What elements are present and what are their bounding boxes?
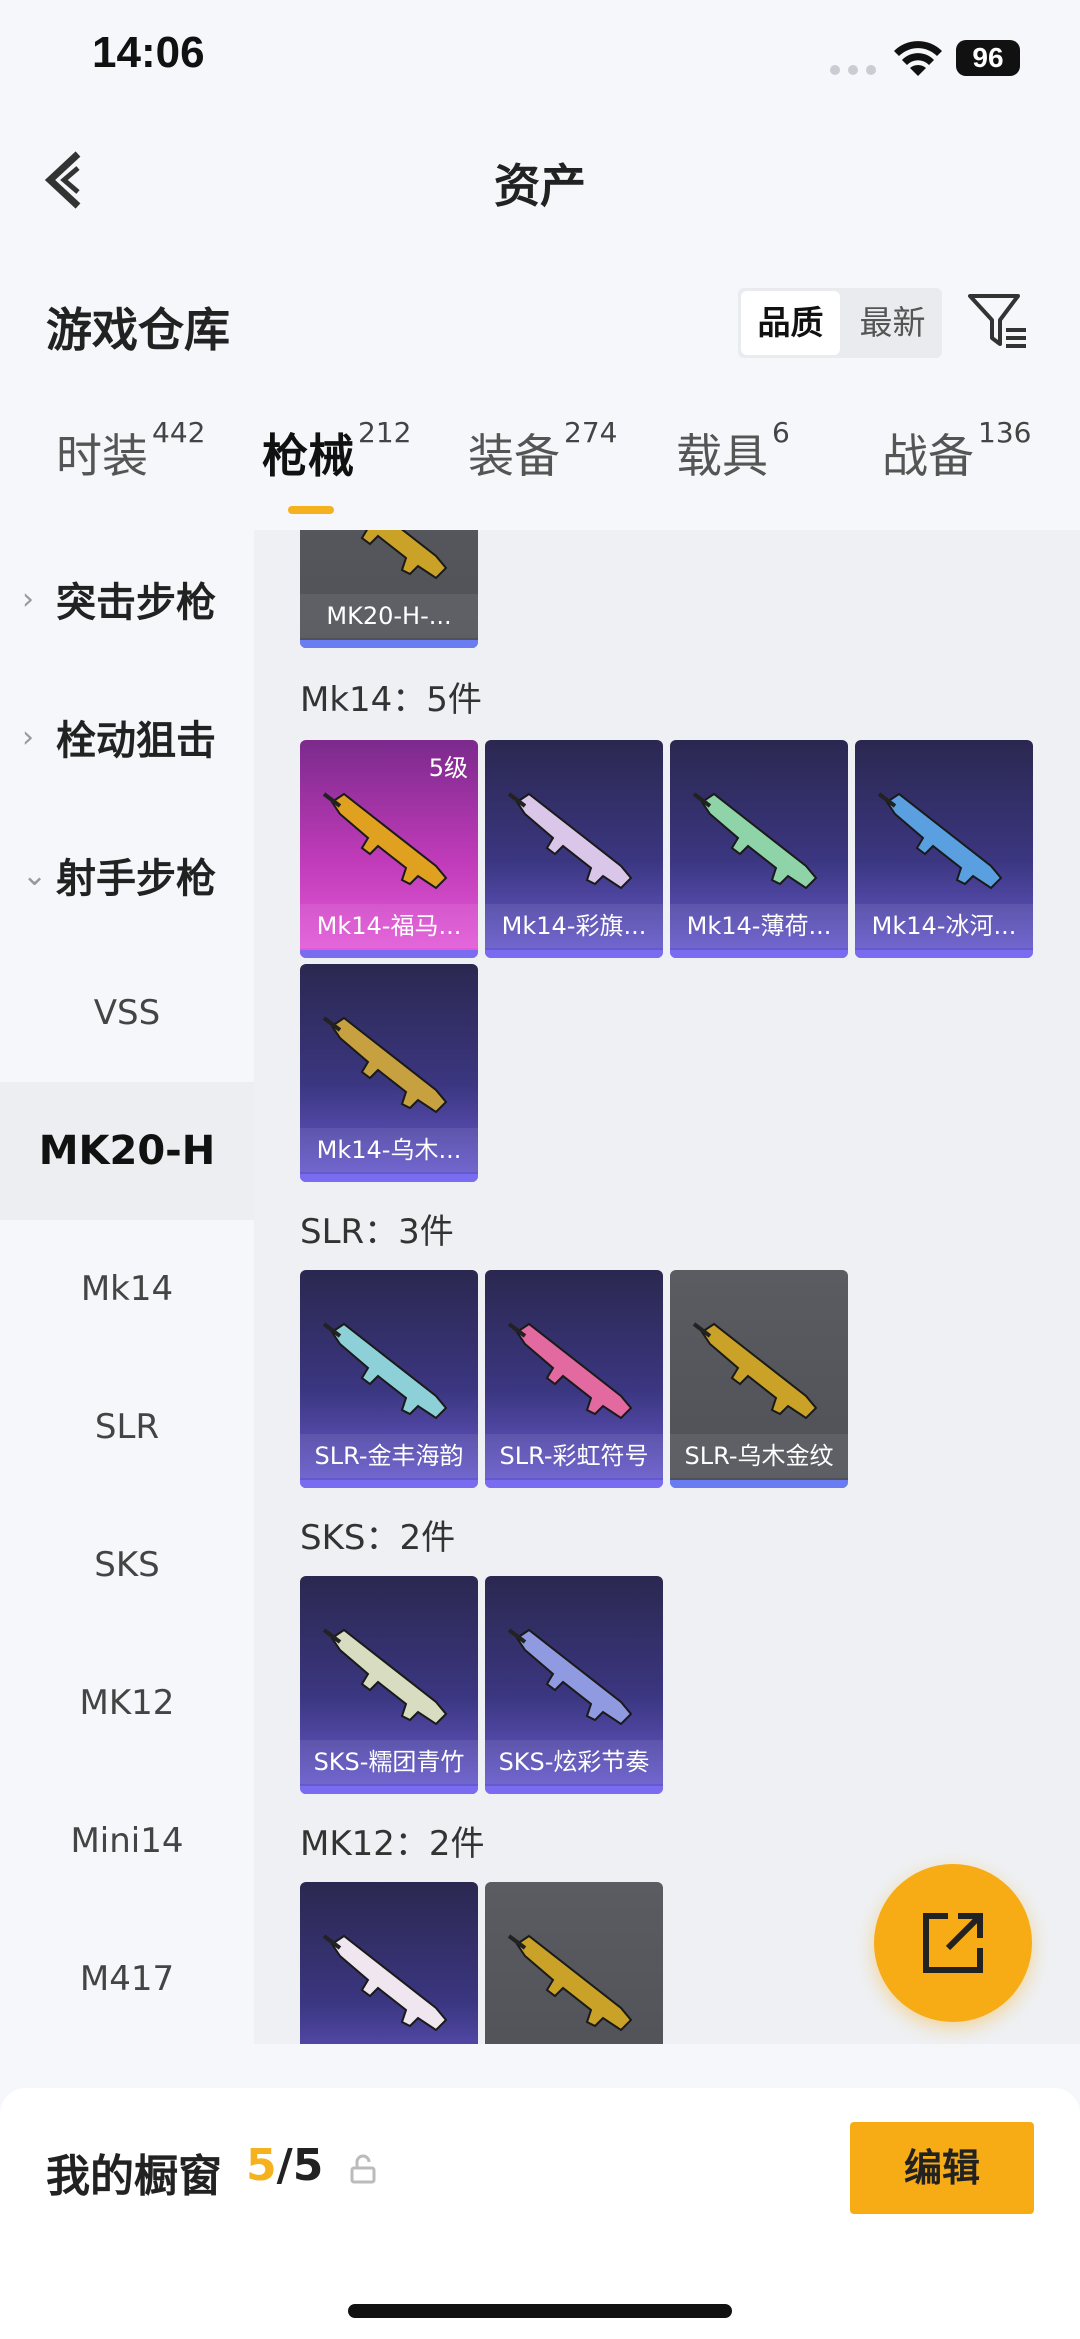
sort-toggle: 品质 最新 bbox=[738, 288, 942, 358]
weapon-card[interactable]: SKS-糯团青竹 bbox=[300, 1576, 478, 1794]
rarity-stripe bbox=[300, 950, 478, 958]
rifle-icon bbox=[322, 1016, 448, 1114]
weapon-card-name: SKS-糯团青竹 bbox=[300, 1740, 478, 1784]
warehouse-header: 游戏仓库 品质 最新 bbox=[0, 280, 1080, 366]
weapon-card[interactable]: 5级 Mk14-福马... bbox=[300, 740, 478, 958]
wifi-icon bbox=[894, 41, 942, 76]
sidebar-item-slr[interactable]: SLR bbox=[0, 1358, 254, 1496]
group-label-slr: SLR：3件 bbox=[300, 1212, 454, 1252]
share-button[interactable] bbox=[874, 1864, 1032, 2022]
weapon-card[interactable]: Mk14-彩旗... bbox=[485, 740, 663, 958]
active-tab-indicator bbox=[288, 506, 334, 514]
rifle-icon bbox=[507, 1934, 633, 2032]
share-external-icon bbox=[923, 1913, 983, 1973]
battery-indicator: 96 bbox=[956, 40, 1020, 76]
weapon-grid: Mk14：5件 SLR：3件 SKS：2件 MK12：2件 MK20-H-...… bbox=[254, 530, 1080, 2044]
group-label-mk12: MK12：2件 bbox=[300, 1824, 485, 1864]
warehouse-title: 游戏仓库 bbox=[46, 303, 230, 357]
rifle-icon bbox=[322, 792, 448, 890]
category-tabs: 时装 442 枪械 212 装备 274 载具 6 战备 136 bbox=[0, 416, 1080, 520]
tab-vehicles[interactable]: 载具 6 bbox=[676, 416, 790, 486]
sidebar-item-sks[interactable]: SKS bbox=[0, 1496, 254, 1634]
rarity-stripe bbox=[485, 1786, 663, 1794]
sidebar-item-mk12[interactable]: MK12 bbox=[0, 1634, 254, 1772]
chevron-down-icon: ⌄ bbox=[22, 857, 48, 893]
group-label-sks: SKS：2件 bbox=[300, 1518, 456, 1558]
status-time: 14:06 bbox=[92, 28, 205, 77]
weapon-sidebar: › 突击步枪 › 栓动狙击 ⌄ 射手步枪 VSS MK20-H Mk14 SLR SK… bbox=[0, 530, 254, 2044]
weapon-card-name: Mk14-薄荷... bbox=[670, 904, 848, 948]
weapon-card-name: SKS-炫彩节奏 bbox=[485, 1740, 663, 1784]
sidebar-item-mini14[interactable]: Mini14 bbox=[0, 1772, 254, 1910]
chevron-right-icon: › bbox=[22, 719, 34, 755]
rifle-icon bbox=[692, 1322, 818, 1420]
rarity-stripe bbox=[300, 1174, 478, 1182]
rarity-stripe bbox=[670, 1480, 848, 1488]
weapon-card[interactable]: SLR-金丰海韵 bbox=[300, 1270, 478, 1488]
level-badge: 5级 bbox=[428, 754, 468, 782]
sort-newest-button[interactable]: 最新 bbox=[843, 288, 942, 358]
weapon-card-name: MK20-H-... bbox=[300, 594, 478, 638]
sidebar-item-mk20h[interactable]: MK20-H bbox=[0, 1082, 254, 1220]
rifle-icon bbox=[507, 1322, 633, 1420]
weapon-card[interactable]: MK20-H-... bbox=[300, 530, 478, 648]
status-bar: 14:06 96 bbox=[0, 0, 1080, 120]
tab-firearms[interactable]: 枪械 212 bbox=[262, 416, 411, 486]
rifle-icon bbox=[507, 1628, 633, 1726]
weapon-card[interactable]: SKS-炫彩节奏 bbox=[485, 1576, 663, 1794]
weapon-card[interactable] bbox=[485, 1882, 663, 2044]
signal-dots-icon bbox=[830, 60, 884, 79]
weapon-card[interactable]: Mk14-冰河... bbox=[855, 740, 1033, 958]
weapon-card[interactable] bbox=[300, 1882, 478, 2044]
chevron-right-icon: › bbox=[22, 581, 34, 617]
weapon-card-name: SLR-乌木金纹 bbox=[670, 1434, 848, 1478]
weapon-card-name: Mk14-彩旗... bbox=[485, 904, 663, 948]
sidebar-category-dmr[interactable]: ⌄ 射手步枪 bbox=[0, 806, 254, 944]
showcase-count: 5/5 bbox=[246, 2140, 324, 2191]
weapon-card[interactable]: Mk14-乌木... bbox=[300, 964, 478, 1182]
edit-button[interactable]: 编辑 bbox=[850, 2122, 1034, 2214]
weapon-card[interactable]: SLR-彩虹符号 bbox=[485, 1270, 663, 1488]
rarity-stripe bbox=[300, 1480, 478, 1488]
weapon-card[interactable]: SLR-乌木金纹 bbox=[670, 1270, 848, 1488]
tab-outfits[interactable]: 时装 442 bbox=[56, 416, 205, 486]
rarity-stripe bbox=[485, 1480, 663, 1488]
sidebar-item-m417[interactable]: M417 bbox=[0, 1910, 254, 2048]
tab-supplies[interactable]: 战备 136 bbox=[882, 416, 1031, 486]
sort-quality-button[interactable]: 品质 bbox=[741, 291, 840, 355]
page-title: 资产 bbox=[494, 159, 586, 213]
unlock-icon[interactable] bbox=[348, 2154, 378, 2184]
rifle-icon bbox=[360, 530, 448, 580]
filter-icon[interactable] bbox=[966, 290, 1030, 354]
rifle-icon bbox=[692, 792, 818, 890]
rifle-icon bbox=[877, 792, 1003, 890]
showcase-bar: 我的橱窗 5/5 编辑 bbox=[0, 2088, 1080, 2339]
tab-equipment[interactable]: 装备 274 bbox=[468, 416, 617, 486]
rifle-icon bbox=[507, 792, 633, 890]
sidebar-item-mk14[interactable]: Mk14 bbox=[0, 1220, 254, 1358]
rifle-icon bbox=[322, 1628, 448, 1726]
rifle-icon bbox=[322, 1934, 448, 2032]
home-indicator bbox=[348, 2304, 732, 2318]
rarity-stripe bbox=[485, 950, 663, 958]
rifle-icon bbox=[322, 1322, 448, 1420]
weapon-card-name: Mk14-福马... bbox=[300, 904, 478, 948]
group-label-mk14: Mk14：5件 bbox=[300, 680, 482, 720]
weapon-card[interactable]: Mk14-薄荷... bbox=[670, 740, 848, 958]
weapon-card-name: SLR-彩虹符号 bbox=[485, 1434, 663, 1478]
weapon-card-name: Mk14-冰河... bbox=[855, 904, 1033, 948]
weapon-card-name: SLR-金丰海韵 bbox=[300, 1434, 478, 1478]
rarity-stripe bbox=[855, 950, 1033, 958]
showcase-label: 我的橱窗 bbox=[46, 2151, 222, 2202]
nav-header: 资产 bbox=[0, 120, 1080, 240]
sidebar-category-assault-rifle[interactable]: › 突击步枪 bbox=[0, 530, 254, 668]
rarity-stripe bbox=[300, 640, 478, 648]
rarity-stripe bbox=[300, 1786, 478, 1794]
rarity-stripe bbox=[670, 950, 848, 958]
weapon-card-name: Mk14-乌木... bbox=[300, 1128, 478, 1172]
sidebar-category-bolt-sniper[interactable]: › 栓动狙击 bbox=[0, 668, 254, 806]
sidebar-item-vss[interactable]: VSS bbox=[0, 944, 254, 1082]
